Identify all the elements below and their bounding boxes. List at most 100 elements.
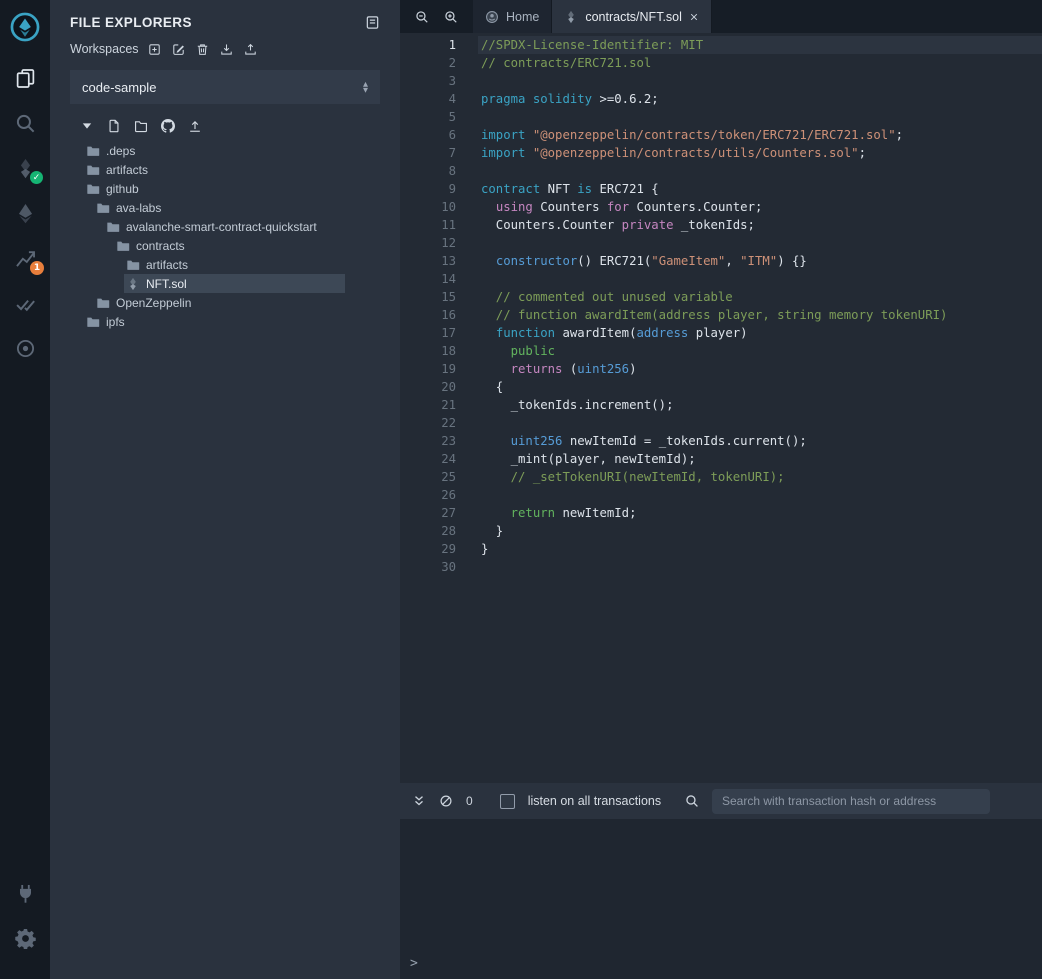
line-number[interactable]: 22 — [400, 414, 478, 432]
line-number[interactable]: 28 — [400, 522, 478, 540]
editor-line[interactable]: 9contract NFT is ERC721 { — [400, 180, 1042, 198]
tree-item-artifacts[interactable]: artifacts — [50, 255, 400, 274]
editor-line[interactable]: 15 // commented out unused variable — [400, 288, 1042, 306]
line-number[interactable]: 21 — [400, 396, 478, 414]
line-number[interactable]: 19 — [400, 360, 478, 378]
line-number[interactable]: 15 — [400, 288, 478, 306]
rename-workspace-icon[interactable] — [172, 43, 185, 56]
line-number[interactable]: 3 — [400, 72, 478, 90]
remix-logo[interactable] — [5, 7, 45, 47]
editor-line[interactable]: 12 — [400, 234, 1042, 252]
editor-line[interactable]: 30 — [400, 558, 1042, 576]
line-number[interactable]: 2 — [400, 54, 478, 72]
file-explorer-icon[interactable] — [11, 64, 39, 92]
editor-line[interactable]: 7import "@openzeppelin/contracts/utils/C… — [400, 144, 1042, 162]
new-file-icon[interactable] — [107, 119, 121, 133]
line-number[interactable]: 7 — [400, 144, 478, 162]
plugin-circle-icon[interactable] — [11, 334, 39, 362]
tree-item-artifacts[interactable]: artifacts — [50, 160, 400, 179]
editor-line[interactable]: 8 — [400, 162, 1042, 180]
editor-line[interactable]: 26 — [400, 486, 1042, 504]
line-number[interactable]: 26 — [400, 486, 478, 504]
editor-line[interactable]: 19 returns (uint256) — [400, 360, 1042, 378]
line-number[interactable]: 18 — [400, 342, 478, 360]
panel-menu-icon[interactable] — [365, 15, 380, 30]
restore-workspaces-icon[interactable] — [244, 43, 257, 56]
tab-home[interactable]: Home — [473, 0, 552, 33]
tree-item-openzeppelin[interactable]: OpenZeppelin — [50, 293, 400, 312]
line-number[interactable]: 20 — [400, 378, 478, 396]
line-number[interactable]: 8 — [400, 162, 478, 180]
terminal-expand-icon[interactable] — [412, 794, 426, 808]
line-number[interactable]: 27 — [400, 504, 478, 522]
line-number[interactable]: 29 — [400, 540, 478, 558]
line-number[interactable]: 23 — [400, 432, 478, 450]
unit-testing-icon[interactable] — [11, 289, 39, 317]
line-number[interactable]: 6 — [400, 126, 478, 144]
editor-line[interactable]: 27 return newItemId; — [400, 504, 1042, 522]
editor-line[interactable]: 4pragma solidity >=0.6.2; — [400, 90, 1042, 108]
editor-line[interactable]: 10 using Counters for Counters.Counter; — [400, 198, 1042, 216]
editor-line[interactable]: 22 — [400, 414, 1042, 432]
terminal[interactable]: > — [400, 819, 1042, 979]
line-number[interactable]: 1 — [400, 36, 478, 54]
line-number[interactable]: 16 — [400, 306, 478, 324]
tree-item--deps[interactable]: .deps — [50, 141, 400, 160]
code-editor[interactable]: 1//SPDX-License-Identifier: MIT2// contr… — [400, 33, 1042, 783]
line-number[interactable]: 30 — [400, 558, 478, 576]
new-folder-icon[interactable] — [134, 119, 148, 133]
line-number[interactable]: 9 — [400, 180, 478, 198]
tree-item-ipfs[interactable]: ipfs — [50, 312, 400, 331]
settings-icon[interactable] — [11, 924, 39, 952]
search-icon[interactable] — [11, 109, 39, 137]
editor-line[interactable]: 1//SPDX-License-Identifier: MIT — [400, 36, 1042, 54]
line-number[interactable]: 10 — [400, 198, 478, 216]
editor-line[interactable]: 5 — [400, 108, 1042, 126]
editor-line[interactable]: 28 } — [400, 522, 1042, 540]
editor-line[interactable]: 25 // _setTokenURI(newItemId, tokenURI); — [400, 468, 1042, 486]
tree-item-nft-sol[interactable]: NFT.sol — [50, 274, 400, 293]
line-number[interactable]: 24 — [400, 450, 478, 468]
create-workspace-icon[interactable] — [148, 43, 161, 56]
editor-line[interactable]: 18 public — [400, 342, 1042, 360]
line-number[interactable]: 25 — [400, 468, 478, 486]
close-icon[interactable] — [689, 12, 699, 22]
line-number[interactable]: 17 — [400, 324, 478, 342]
plugin-manager-icon[interactable] — [11, 879, 39, 907]
editor-line[interactable]: 24 _mint(player, newItemId); — [400, 450, 1042, 468]
editor-line[interactable]: 23 uint256 newItemId = _tokenIds.current… — [400, 432, 1042, 450]
github-icon[interactable] — [161, 119, 175, 133]
download-workspaces-icon[interactable] — [220, 43, 233, 56]
collapse-icon[interactable] — [80, 119, 94, 133]
tree-item-ava-labs[interactable]: ava-labs — [50, 198, 400, 217]
tab-contracts-nft-sol[interactable]: contracts/NFT.sol — [552, 0, 712, 33]
delete-workspace-icon[interactable] — [196, 43, 209, 56]
line-number[interactable]: 5 — [400, 108, 478, 126]
editor-line[interactable]: 13 constructor() ERC721("GameItem", "ITM… — [400, 252, 1042, 270]
deploy-run-icon[interactable] — [11, 199, 39, 227]
line-number[interactable]: 11 — [400, 216, 478, 234]
editor-line[interactable]: 14 — [400, 270, 1042, 288]
zoom-out-icon[interactable] — [415, 10, 429, 24]
solidity-compiler-icon[interactable]: ✓ — [11, 154, 39, 182]
upload-file-icon[interactable] — [188, 119, 202, 133]
editor-line[interactable]: 21 _tokenIds.increment(); — [400, 396, 1042, 414]
terminal-clear-icon[interactable] — [439, 794, 453, 808]
editor-line[interactable]: 2// contracts/ERC721.sol — [400, 54, 1042, 72]
editor-line[interactable]: 29} — [400, 540, 1042, 558]
workspace-select[interactable]: code-sample ▲▼ — [70, 70, 380, 104]
tree-item-avalanche-smart-contract-quickstart[interactable]: avalanche-smart-contract-quickstart — [50, 217, 400, 236]
editor-line[interactable]: 3 — [400, 72, 1042, 90]
zoom-in-icon[interactable] — [444, 10, 458, 24]
editor-line[interactable]: 17 function awardItem(address player) — [400, 324, 1042, 342]
line-number[interactable]: 13 — [400, 252, 478, 270]
tree-item-contracts[interactable]: contracts — [50, 236, 400, 255]
line-number[interactable]: 4 — [400, 90, 478, 108]
tree-item-github[interactable]: github — [50, 179, 400, 198]
editor-line[interactable]: 20 { — [400, 378, 1042, 396]
terminal-search-input[interactable] — [712, 789, 990, 814]
listen-transactions-checkbox[interactable] — [500, 794, 515, 809]
plugin-analytics-icon[interactable]: 1 — [11, 244, 39, 272]
editor-line[interactable]: 16 // function awardItem(address player,… — [400, 306, 1042, 324]
line-number[interactable]: 12 — [400, 234, 478, 252]
